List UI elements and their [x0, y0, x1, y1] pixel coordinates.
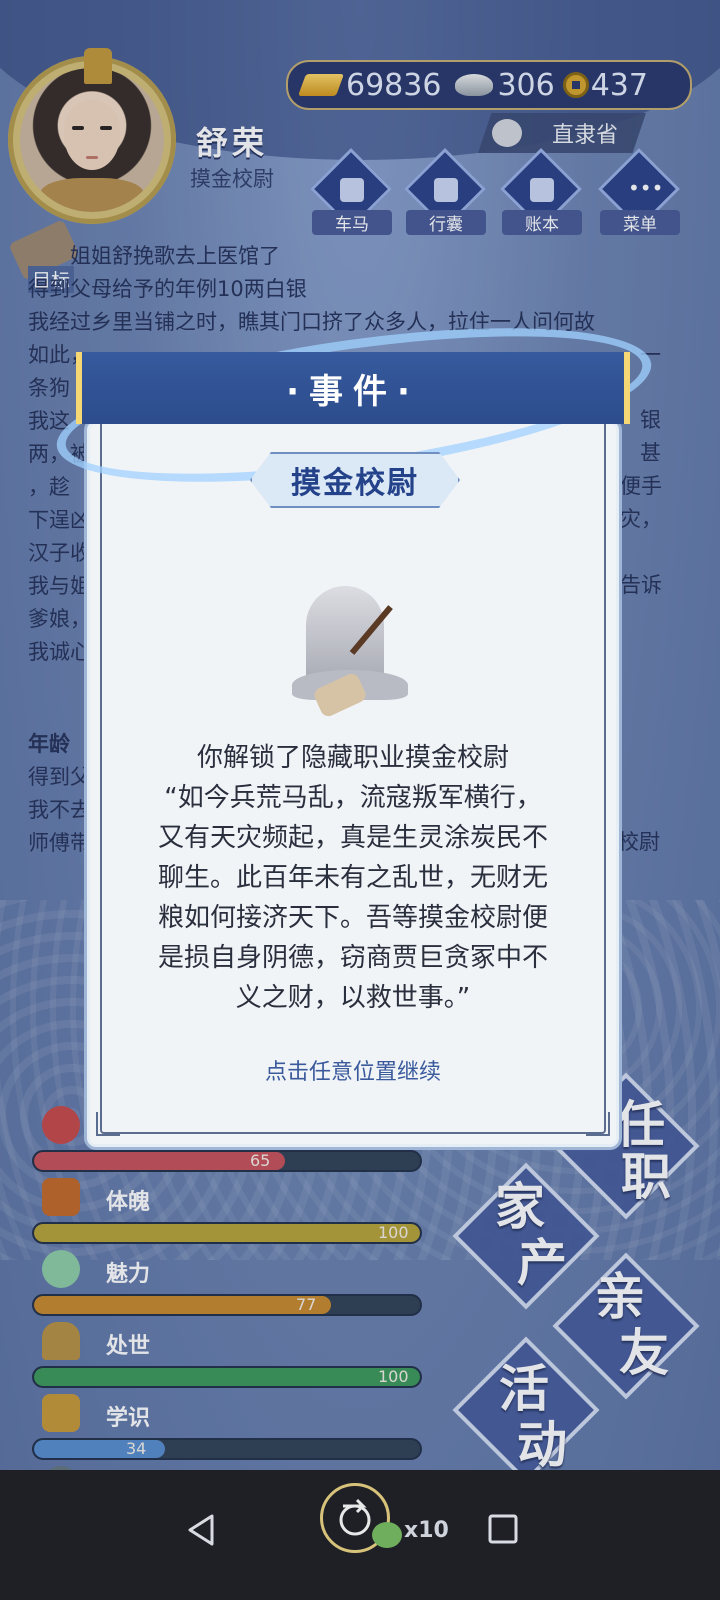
speed-label[interactable]: x10 — [404, 1518, 449, 1543]
modal-title: ·事件· — [286, 372, 420, 412]
event-description: 你解锁了隐藏职业摸金校尉 “如今兵荒马乱，流寇叛军横行， 又有天灾频起，真是生灵… — [96, 738, 610, 1018]
recents-icon[interactable] — [486, 1512, 520, 1546]
back-icon[interactable] — [184, 1512, 220, 1548]
corner-ornament — [96, 1112, 120, 1136]
event-line: 又有天灾频起，真是生灵涂炭民不 — [157, 823, 548, 853]
event-line: 粮如何接济天下。吾等摸金校尉便 — [157, 903, 548, 933]
event-line: 你解锁了隐藏职业摸金校尉 — [196, 743, 509, 773]
frog-icon — [372, 1522, 402, 1548]
event-line: 聊生。此百年未有之乱世，无财无 — [157, 863, 548, 893]
event-line: 是损自身阴德，窃商贾巨贪冢中不 — [157, 943, 548, 973]
corner-ornament — [586, 1112, 610, 1136]
event-line: 义之财，以救世事。” — [235, 983, 471, 1013]
event-name-ribbon: 摸金校尉 — [250, 452, 460, 508]
event-line: “如今兵荒马乱，流寇叛军横行， — [164, 783, 542, 813]
modal-header: ·事件· — [76, 352, 630, 424]
continue-hint[interactable]: 点击任意位置继续 — [90, 1054, 616, 1086]
event-name: 摸金校尉 — [291, 466, 419, 501]
